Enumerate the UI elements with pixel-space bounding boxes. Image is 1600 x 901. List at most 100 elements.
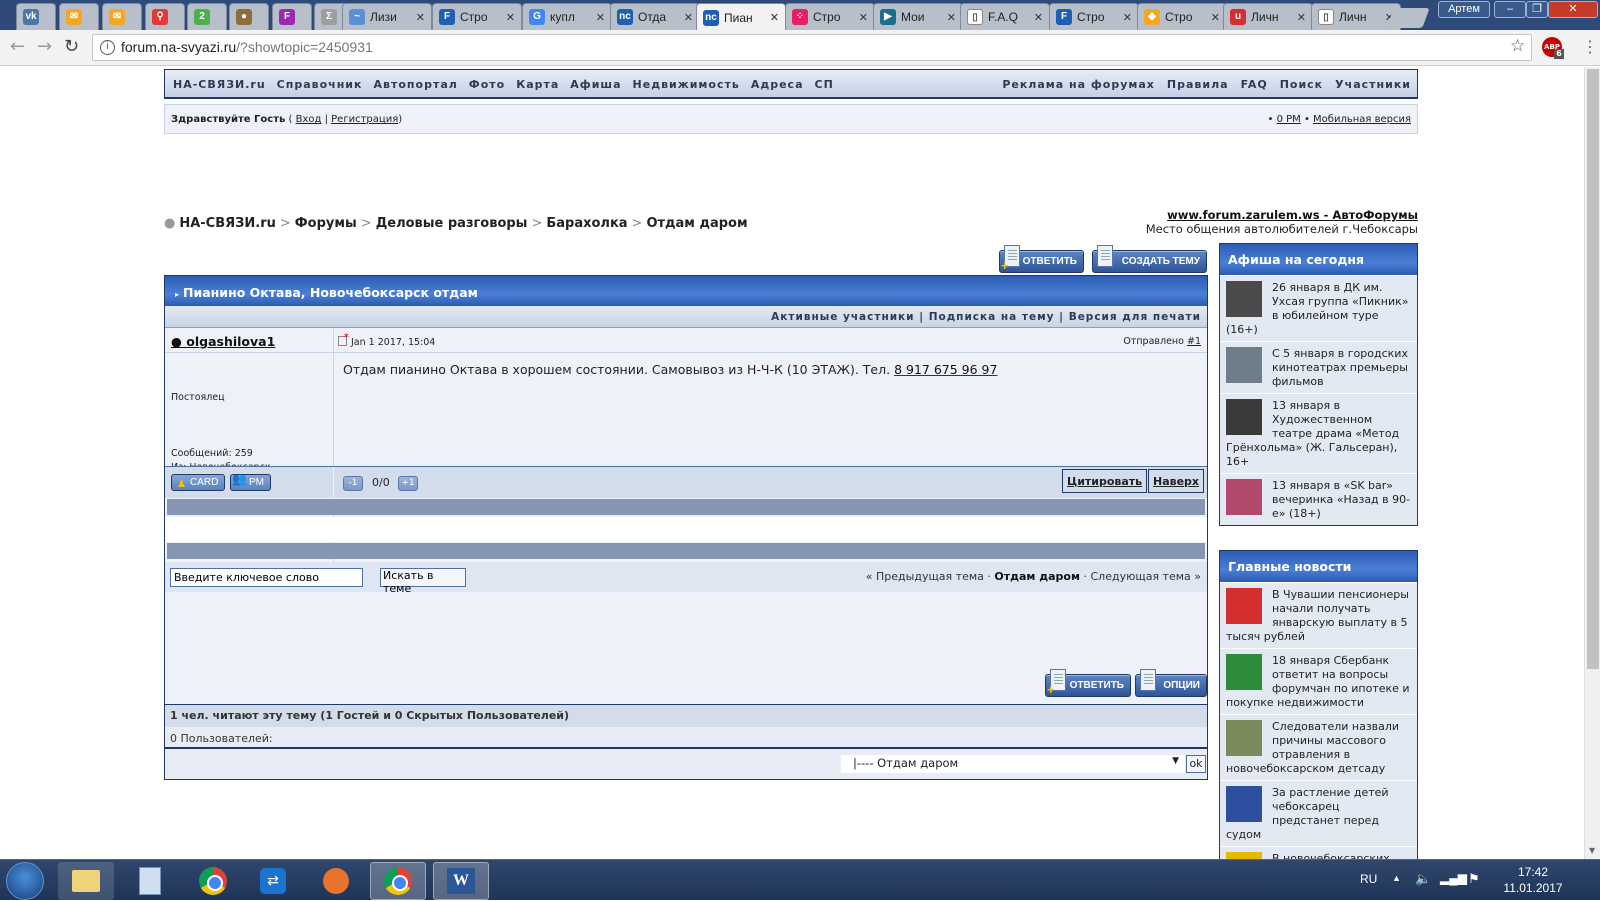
tab-close-icon[interactable]: ✕ [947, 11, 956, 24]
afisha-item[interactable]: 26 января в ДК им. Ухсая группа «Пикник»… [1220, 275, 1417, 341]
browser-tab[interactable]: ● [229, 3, 269, 30]
bookmark-star-icon[interactable]: ☆ [1510, 36, 1525, 56]
news-item[interactable]: 18 января Сбербанк ответит на вопросы фо… [1220, 648, 1417, 714]
pm-link[interactable]: 0 PM [1277, 114, 1301, 125]
tab-close-icon[interactable]: ✕ [506, 11, 515, 24]
active-users-link[interactable]: Активные участники [771, 311, 914, 323]
tab-close-icon[interactable]: ✕ [1211, 11, 1220, 24]
scroll-down-icon[interactable]: ▼ [1589, 846, 1595, 855]
topnav-link[interactable]: НА-СВЯЗИ.ru [173, 78, 266, 91]
topnav-link[interactable]: Поиск [1280, 78, 1323, 91]
ad-link[interactable]: www.forum.zarulem.ws - АвтоФорумы [1146, 208, 1418, 222]
afisha-item[interactable]: 13 января в Художественном театре драма … [1220, 393, 1417, 473]
browser-tab[interactable]: ~ Лизи ✕ [342, 3, 432, 30]
back-to-top-button[interactable]: Наверх [1148, 469, 1205, 493]
chrome-active-taskbar-button[interactable] [370, 862, 426, 900]
breadcrumb-item[interactable]: Барахолка [546, 216, 627, 231]
browser-tab[interactable]: ▶ Мои ✕ [873, 3, 963, 30]
post-permalink[interactable]: #1 [1187, 336, 1201, 347]
browser-tab[interactable]: 2 [187, 3, 227, 30]
tab-close-icon[interactable]: ✕ [684, 11, 693, 24]
browser-tab[interactable]: ▯ F.A.Q ✕ [960, 3, 1050, 30]
new-tab-button[interactable] [1386, 8, 1430, 28]
volume-icon[interactable]: 🔈 [1415, 871, 1431, 887]
tab-close-icon[interactable]: ✕ [1034, 11, 1043, 24]
minimize-button[interactable]: ‒ [1494, 1, 1526, 18]
language-indicator[interactable]: RU [1360, 872, 1377, 886]
afisha-item[interactable]: 13 января в «SK bar» вечеринка «Назад в … [1220, 473, 1417, 525]
options-button[interactable]: ОПЦИИ [1135, 669, 1207, 697]
tab-close-icon[interactable]: ✕ [596, 11, 605, 24]
topnav-link[interactable]: Афиша [570, 78, 621, 91]
browser-tab[interactable]: F Стро ✕ [432, 3, 522, 30]
browser-menu-icon[interactable]: ⋮ [1582, 37, 1598, 56]
create-topic-button[interactable]: СОЗДАТЬ ТЕМУ [1092, 245, 1207, 273]
topnav-link[interactable]: FAQ [1241, 78, 1268, 91]
browser-tab[interactable]: F Стро ✕ [1049, 3, 1139, 30]
page-scrollbar[interactable]: ▼ [1584, 67, 1600, 859]
tab-close-icon[interactable]: ✕ [1123, 11, 1132, 24]
teamviewer-taskbar-button[interactable]: ⇄ [245, 862, 301, 900]
topnav-link[interactable]: Автопортал [374, 78, 458, 91]
browser-tab[interactable]: u Личн ✕ [1223, 3, 1313, 30]
browser-tab[interactable]: Gкупл ✕ [522, 3, 612, 30]
show-hidden-icons[interactable]: ▲ [1392, 873, 1401, 883]
topic-search-input[interactable] [170, 568, 363, 587]
browser-tab[interactable]: nc Отда ✕ [610, 3, 700, 30]
back-icon[interactable]: ← [10, 37, 25, 57]
quote-button[interactable]: Цитировать [1062, 469, 1148, 493]
forward-icon[interactable]: → [37, 37, 52, 57]
topnav-link[interactable]: Адреса [751, 78, 804, 91]
search-in-topic-button[interactable]: Искать в теме [380, 568, 466, 595]
rep-plus-button[interactable]: +1 [398, 476, 418, 491]
card-button[interactable]: ♟ CARD [171, 474, 226, 491]
profile-button[interactable]: Артем [1438, 1, 1490, 18]
chrome-taskbar-button[interactable] [185, 862, 241, 900]
post-author-link[interactable]: ● olgashilova1 [171, 334, 275, 349]
topnav-link[interactable]: Недвижимость [633, 78, 740, 91]
close-window-button[interactable]: ✕ [1548, 1, 1598, 18]
jump-ok-button[interactable]: ok [1186, 755, 1206, 773]
address-bar[interactable]: i forum.na-svyazi.ru/?showtopic=2450931 [92, 34, 1532, 61]
start-button[interactable] [6, 862, 44, 900]
next-topic-link[interactable]: Следующая тема » [1090, 570, 1201, 583]
news-item[interactable]: В новочебоксарских [1220, 846, 1417, 859]
topnav-link[interactable]: Участники [1335, 78, 1411, 91]
topnav-link[interactable]: Справочник [277, 78, 363, 91]
info-icon[interactable]: i [100, 40, 115, 55]
browser-tab[interactable]: ✉ [102, 3, 142, 30]
mobile-version-link[interactable]: Мобильная версия [1313, 114, 1411, 125]
browser-tab[interactable]: ⚲ [145, 3, 185, 30]
afisha-item[interactable]: С 5 января в городских кинотеатрах премь… [1220, 341, 1417, 393]
news-item[interactable]: За растление детей чебоксарец предстанет… [1220, 780, 1417, 846]
news-item[interactable]: Следователи назвали причины массового от… [1220, 714, 1417, 780]
action-center-flag-icon[interactable]: ⚑ [1468, 871, 1480, 887]
calculator-taskbar-button[interactable] [122, 862, 178, 900]
network-icon[interactable]: ▂▄▆ [1440, 871, 1467, 885]
tab-close-icon[interactable]: ✕ [859, 11, 868, 24]
topnav-link[interactable]: Правила [1167, 78, 1229, 91]
subscribe-link[interactable]: Подписка на тему [929, 311, 1055, 323]
topnav-link[interactable]: Фото [469, 78, 505, 91]
login-link[interactable]: Вход [296, 114, 322, 125]
breadcrumb-item[interactable]: Отдам даром [646, 216, 747, 231]
reply-button[interactable]: + ОТВЕТИТЬ [999, 245, 1084, 273]
phone-link[interactable]: 8 917 675 96 97 [894, 362, 997, 377]
adblock-icon[interactable]: ABP 6 [1542, 37, 1564, 59]
news-item[interactable]: В Чувашии пенсионеры начали получать янв… [1220, 582, 1417, 648]
maximize-button[interactable]: ❐ [1526, 1, 1548, 18]
browser-tab[interactable]: F [272, 3, 312, 30]
topnav-link[interactable]: СП [815, 78, 834, 91]
app-taskbar-button[interactable] [308, 862, 364, 900]
pm-button[interactable]: 👥 PM [230, 472, 271, 491]
tab-close-icon[interactable]: ✕ [1297, 11, 1306, 24]
tab-close-icon[interactable]: ✕ [416, 11, 425, 24]
topnav-link[interactable]: Карта [516, 78, 559, 91]
breadcrumb-item[interactable]: НА-СВЯЗИ.ru [179, 216, 276, 231]
breadcrumb-item[interactable]: Деловые разговоры [376, 216, 528, 231]
word-taskbar-button[interactable]: W [433, 862, 489, 900]
browser-tab[interactable]: ◆ Стро ✕ [1137, 3, 1227, 30]
rep-minus-button[interactable]: -1 [343, 476, 363, 491]
tab-close-icon[interactable]: ✕ [770, 11, 779, 24]
topnav-link[interactable]: Реклама на форумах [1002, 78, 1155, 91]
